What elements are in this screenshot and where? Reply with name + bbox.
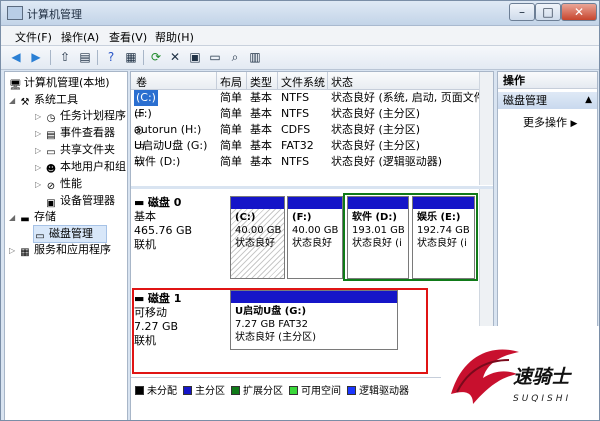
expand-arrow-icon[interactable]: ▷ bbox=[35, 129, 41, 138]
disk-management-panel: 卷 布局 类型 文件系统 状态 ▭ (C:) 简单 基本 NTFS 状态良好 (… bbox=[130, 71, 494, 420]
expand-arrow-icon[interactable]: ▷ bbox=[35, 146, 41, 155]
table-row[interactable]: ◎ autorun (H:) 简单 基本 CDFS 状态良好 (主分区) bbox=[131, 122, 481, 138]
help-icon[interactable]: ? bbox=[103, 49, 119, 65]
menu-help[interactable]: 帮助(H) bbox=[155, 29, 194, 45]
disk-icon: ▬ bbox=[134, 292, 145, 305]
actions-header: 操作 bbox=[498, 72, 597, 89]
shared-folder-icon: ▭ bbox=[46, 147, 56, 158]
clock-icon: ◷ bbox=[46, 113, 56, 124]
expand-arrow-icon[interactable]: ▷ bbox=[35, 163, 41, 172]
properties-icon[interactable]: ▦ bbox=[123, 49, 139, 65]
tree-item-device-manager[interactable]: ▣ 设备管理器 bbox=[45, 193, 115, 209]
tree-item-root[interactable]: 🖥 计算机管理(本地) bbox=[9, 75, 110, 91]
column-status[interactable]: 状态 bbox=[331, 74, 353, 90]
menu-action[interactable]: 操作(A) bbox=[61, 29, 99, 45]
disk-icon: ▬ bbox=[134, 196, 145, 209]
pane-splitter[interactable] bbox=[131, 186, 493, 189]
open-folder-icon[interactable]: ▭ bbox=[207, 49, 223, 65]
legend-free-space: 可用空间 bbox=[289, 382, 341, 397]
volume-list-scrollbar[interactable] bbox=[479, 72, 493, 185]
back-arrow-icon[interactable]: ◀ bbox=[8, 49, 24, 65]
logo-text: 速骑士 bbox=[513, 366, 571, 388]
legend-extended: 扩展分区 bbox=[231, 382, 283, 397]
legend-logical-drive: 逻辑驱动器 bbox=[347, 382, 409, 397]
table-row[interactable]: ▭ (F:) 简单 基本 NTFS 状态良好 (主分区) bbox=[131, 106, 481, 122]
maximize-button[interactable]: □ bbox=[535, 3, 561, 21]
partition-d[interactable]: 软件 (D:) 193.01 GB 状态良好 (i bbox=[347, 196, 409, 279]
storage-icon: ▬ bbox=[20, 214, 30, 225]
delete-icon[interactable]: ✕ bbox=[167, 49, 183, 65]
settings-icon[interactable]: ▥ bbox=[247, 49, 263, 65]
performance-icon: ⊘ bbox=[46, 181, 56, 192]
column-volume[interactable]: 卷 bbox=[136, 74, 147, 90]
toolbar: ◀ ▶ ⇧ ▤ ? ▦ ⟳ ✕ ▣ ▭ ⌕ ▥ bbox=[1, 46, 599, 70]
users-icon: ☻ bbox=[45, 164, 57, 175]
close-button[interactable]: ✕ bbox=[561, 3, 597, 21]
table-row[interactable]: ▭ U启动U盘 (G:) 简单 基本 FAT32 状态良好 (主分区) bbox=[131, 138, 481, 154]
event-log-icon: ▤ bbox=[46, 130, 56, 141]
search-icon[interactable]: ⌕ bbox=[227, 49, 243, 65]
partition-e[interactable]: 娱乐 (E:) 192.74 GB 状态良好 (i bbox=[412, 196, 475, 279]
expand-arrow-icon[interactable]: ▷ bbox=[35, 112, 41, 121]
tree-item-event-viewer[interactable]: ▤ 事件查看器 bbox=[45, 125, 115, 141]
table-row[interactable]: ▭ (C:) 简单 基本 NTFS 状态良好 (系统, 启动, 页面文件, 活 bbox=[131, 90, 493, 106]
refresh-icon[interactable]: ⟳ bbox=[148, 49, 164, 65]
actions-section-disk-management[interactable]: 磁盘管理 ▲ bbox=[498, 92, 597, 109]
tree-item-disk-management[interactable]: ▭ 磁盘管理 bbox=[33, 225, 107, 243]
tree-item-local-users[interactable]: ☻ 本地用户和组 bbox=[45, 159, 126, 175]
forward-arrow-icon[interactable]: ▶ bbox=[28, 49, 44, 65]
collapse-up-icon[interactable]: ▲ bbox=[585, 92, 592, 109]
column-filesystem[interactable]: 文件系统 bbox=[281, 74, 325, 90]
collapse-arrow-icon[interactable]: ◢ bbox=[9, 213, 15, 222]
partition-f[interactable]: (F:) 40.00 GB 状态良好 bbox=[287, 196, 343, 279]
computer-icon: 🖥 bbox=[9, 80, 22, 91]
collapse-arrow-icon[interactable]: ◢ bbox=[9, 96, 15, 105]
expand-arrow-icon[interactable]: ▷ bbox=[35, 180, 41, 189]
computer-management-icon bbox=[7, 6, 23, 20]
tree-item-shared-folders[interactable]: ▭ 共享文件夹 bbox=[45, 142, 115, 158]
show-hide-tree-icon[interactable]: ▤ bbox=[77, 49, 93, 65]
export-icon[interactable]: ▣ bbox=[187, 49, 203, 65]
computer-management-window: 计算机管理 – □ ✕ 文件(F) 操作(A) 查看(V) 帮助(H) ◀ ▶ … bbox=[0, 0, 600, 421]
navigation-tree: 🖥 计算机管理(本地) ◢ ⚒ 系统工具 ▷ ◷ 任务计划程序 ▷ ▤ 事件查看器 ▷ … bbox=[4, 71, 128, 420]
partition-legend: 未分配 主分区 扩展分区 可用空间 逻辑驱动器 bbox=[131, 377, 493, 397]
table-row[interactable]: ▭ 软件 (D:) 简单 基本 NTFS 状态良好 (逻辑驱动器) bbox=[131, 154, 481, 170]
tree-item-performance[interactable]: ⊘ 性能 bbox=[45, 176, 82, 192]
tree-item-services-apps[interactable]: ▦ 服务和应用程序 bbox=[19, 242, 111, 258]
services-icon: ▦ bbox=[20, 247, 30, 258]
more-actions-link[interactable]: 更多操作 ▶ bbox=[523, 114, 577, 130]
title-bar: 计算机管理 – □ ✕ bbox=[1, 1, 599, 26]
column-layout[interactable]: 布局 bbox=[220, 74, 242, 90]
window-title: 计算机管理 bbox=[27, 8, 82, 21]
menu-bar: 文件(F) 操作(A) 查看(V) 帮助(H) bbox=[1, 26, 599, 46]
up-folder-icon[interactable]: ⇧ bbox=[57, 49, 73, 65]
partition-c[interactable]: (C:) 40.00 GB 状态良好 bbox=[230, 196, 285, 279]
watermark-logo: 速骑士 SUQISHI bbox=[441, 326, 599, 420]
legend-unallocated: 未分配 bbox=[135, 382, 177, 397]
horse-logo-icon bbox=[451, 349, 519, 404]
chevron-right-icon: ▶ bbox=[570, 119, 578, 129]
menu-file[interactable]: 文件(F) bbox=[15, 29, 52, 45]
logo-subtext: SUQISHI bbox=[513, 394, 572, 404]
volume-list-header: 卷 布局 类型 文件系统 状态 bbox=[131, 72, 493, 90]
tree-item-system-tools[interactable]: ⚒ 系统工具 bbox=[19, 92, 78, 108]
expand-arrow-icon[interactable]: ▷ bbox=[9, 246, 15, 255]
disk-1-info[interactable]: ▬ 磁盘 1 可移动 7.27 GB 联机 bbox=[134, 292, 226, 348]
minimize-button[interactable]: – bbox=[509, 3, 535, 21]
tools-icon: ⚒ bbox=[20, 97, 30, 108]
tree-item-task-scheduler[interactable]: ◷ 任务计划程序 bbox=[45, 108, 126, 124]
column-type[interactable]: 类型 bbox=[250, 74, 272, 90]
partition-g[interactable]: U启动U盘 (G:) 7.27 GB FAT32 状态良好 (主分区) bbox=[230, 290, 398, 350]
menu-view[interactable]: 查看(V) bbox=[109, 29, 147, 45]
disk-0-info[interactable]: ▬ 磁盘 0 基本 465.76 GB 联机 bbox=[134, 196, 226, 252]
legend-primary: 主分区 bbox=[183, 382, 225, 397]
tree-item-storage[interactable]: ▬ 存储 bbox=[19, 209, 56, 225]
